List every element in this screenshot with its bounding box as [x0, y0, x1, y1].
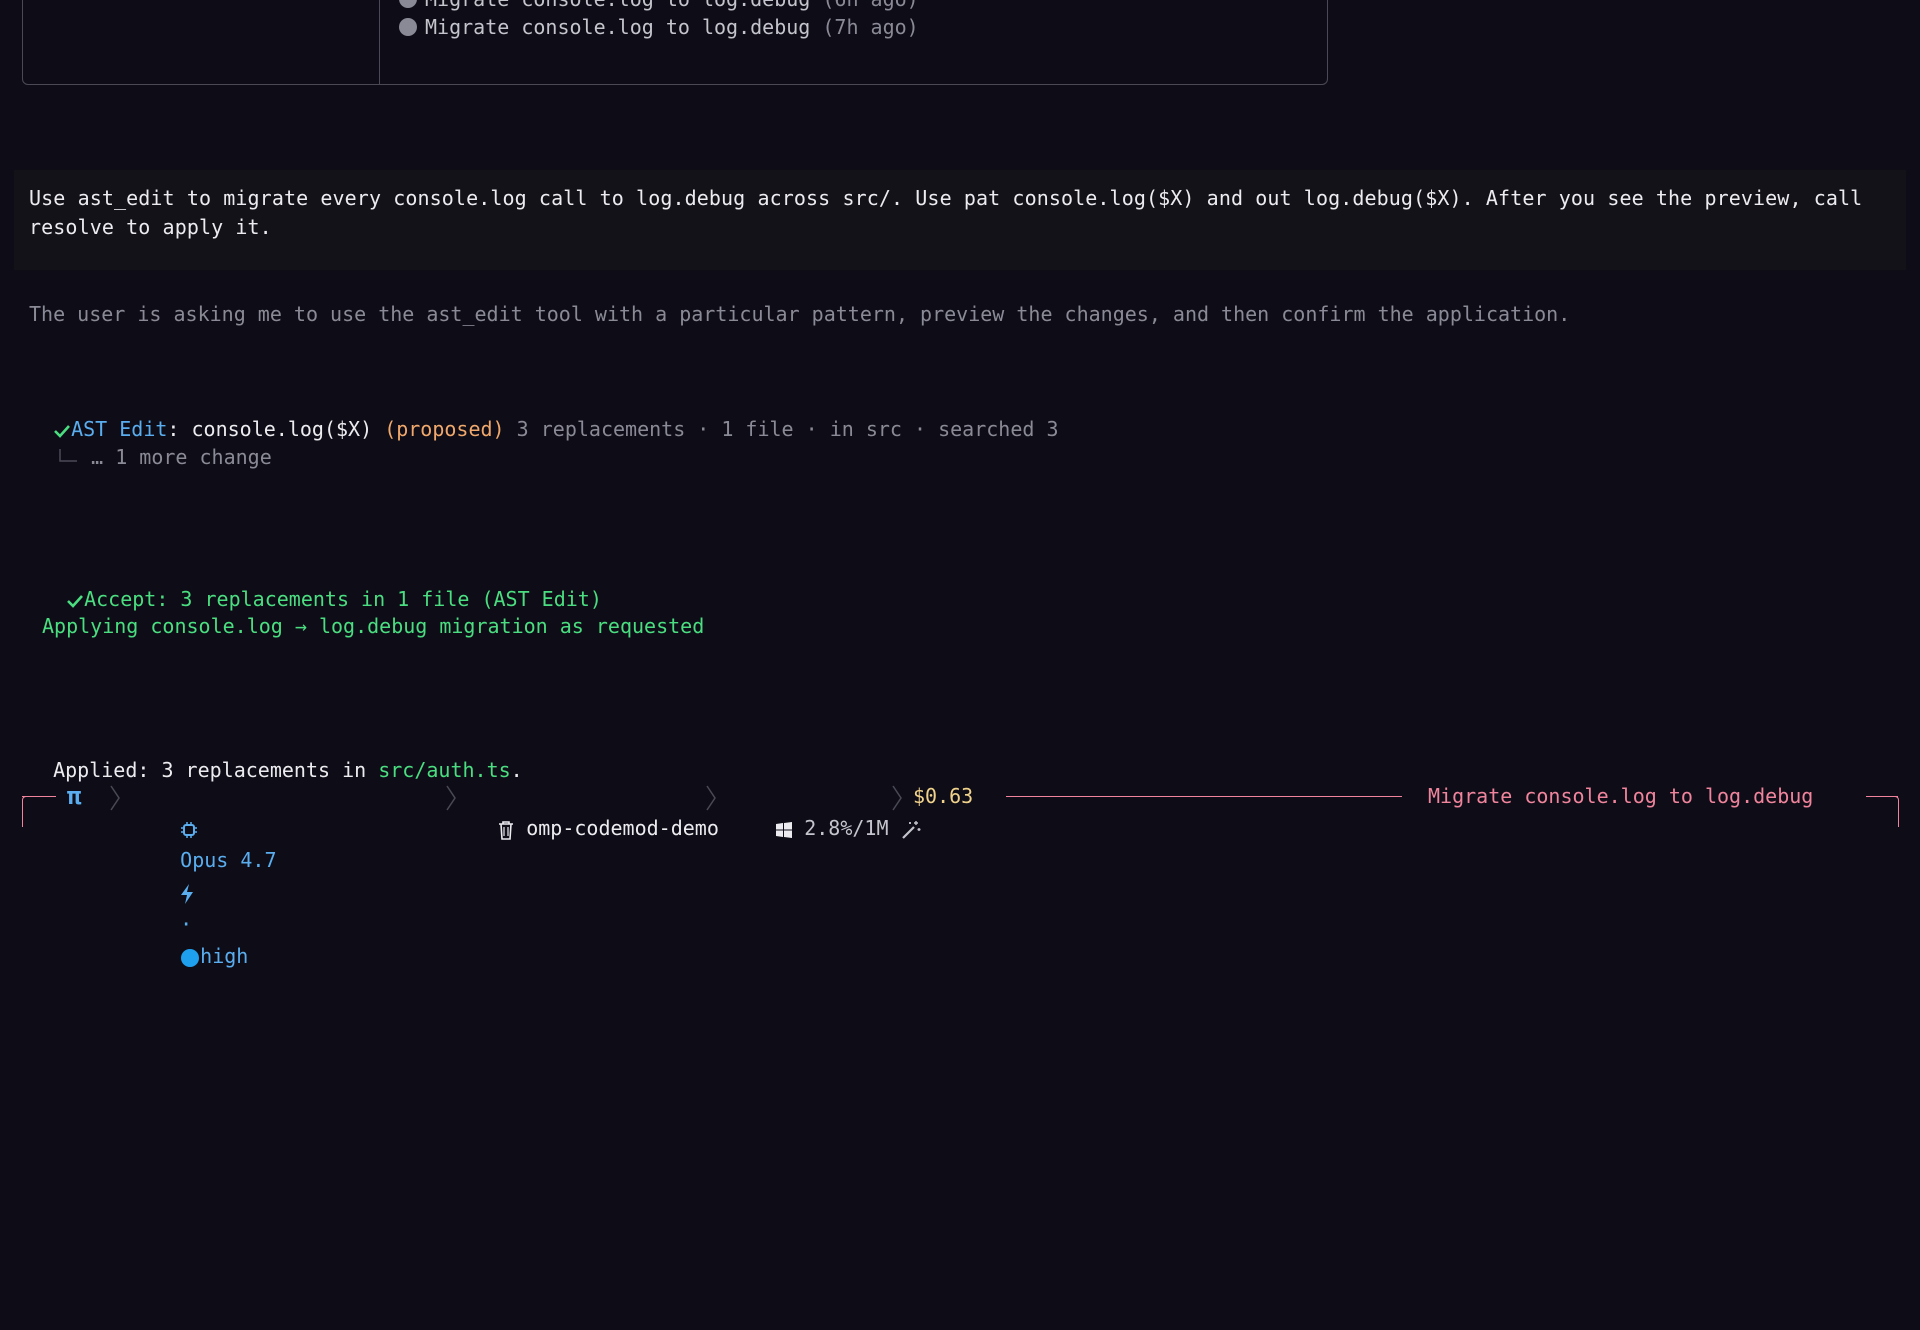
tool-call-more[interactable]: … 1 more change: [33, 412, 272, 472]
chevron-right-icon: [704, 780, 718, 812]
magic-wand-icon: [901, 816, 921, 840]
session-cost: $0.63: [913, 784, 974, 808]
windows-icon: [776, 816, 793, 840]
session-title[interactable]: Migrate console.log to log.debug: [1428, 780, 1813, 812]
session-item[interactable]: Migrate console.log to log.debug (7h ago…: [399, 13, 919, 41]
session-list-panel: Migrate console.log to log.debug (6h ago…: [22, 0, 1328, 85]
effort-level: high: [200, 944, 249, 968]
project-indicator[interactable]: omp-codemod-demo: [450, 780, 719, 840]
tool-state: (proposed): [384, 417, 505, 441]
user-message: Use ast_edit to migrate every console.lo…: [14, 170, 1906, 270]
accept-reason: Applying console.log → log.debug migrati…: [42, 614, 705, 638]
thinking-text: The user is asking me to use the ast_edi…: [29, 302, 1571, 326]
model-selector[interactable]: Opus 4.7 · high: [132, 780, 277, 968]
context-percent: 2.8%/1M: [804, 816, 889, 840]
bolt-icon: [180, 880, 194, 904]
trash-icon: [498, 816, 514, 840]
result-file-link[interactable]: src/auth.ts: [378, 758, 510, 782]
chevron-right-icon: [890, 780, 904, 812]
status-bar-rule-left: [22, 796, 56, 797]
status-bar-corner-right: [1876, 796, 1899, 827]
tool-meta: 3 replacements · 1 file · in src · searc…: [516, 417, 1059, 441]
status-bar-rule-middle: [1006, 796, 1402, 797]
panel-divider: [379, 0, 380, 84]
model-name: Opus 4.7: [180, 848, 277, 872]
pi-logo: π: [67, 782, 82, 810]
project-name: omp-codemod-demo: [526, 816, 719, 840]
chevron-right-icon: [108, 780, 122, 812]
accept-line: Accept: 3 replacements in 1 file (AST Ed…: [42, 554, 602, 614]
effort-status-icon: [180, 944, 200, 968]
session-item[interactable]: Migrate console.log to log.debug (6h ago…: [399, 0, 919, 13]
result-line: Applied: 3 replacements in src/auth.ts.: [53, 758, 523, 782]
status-bar-corner-left: [22, 796, 45, 827]
status-bar: π Opus 4.7 · high omp-codemod-demo 2.8%/…: [22, 780, 1899, 968]
check-icon: [66, 587, 84, 611]
session-status-icon: [399, 18, 417, 36]
session-status-icon: [399, 0, 417, 8]
tree-branch-icon: [57, 445, 79, 469]
chip-icon: [180, 816, 198, 840]
